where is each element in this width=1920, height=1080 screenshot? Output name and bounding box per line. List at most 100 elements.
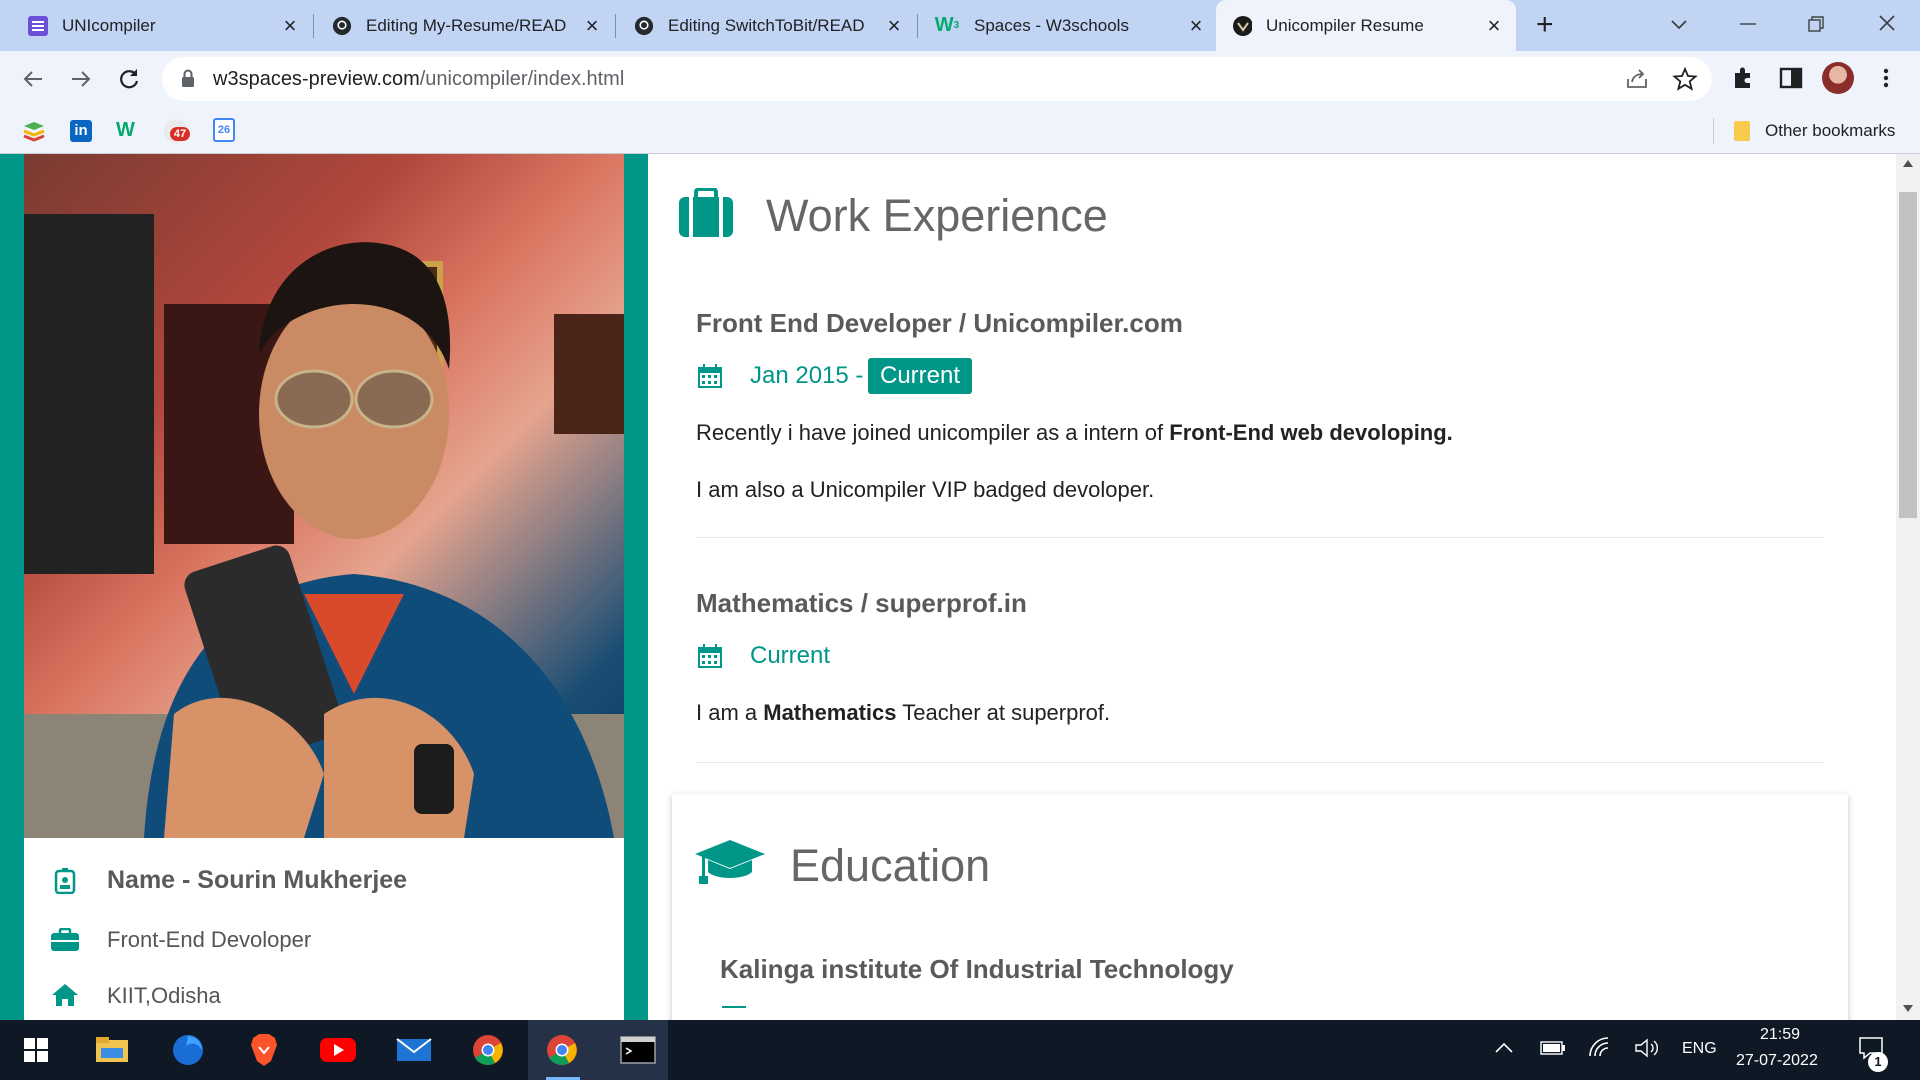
extensions-icon[interactable]: [1730, 65, 1756, 96]
job-description: I am a Mathematics Teacher at superprof.: [696, 700, 1110, 726]
tab-title: Editing My-Resume/READ: [366, 15, 567, 35]
tab-unicompiler-resume[interactable]: Unicompiler Resume ×: [1216, 0, 1516, 51]
side-panel-icon[interactable]: [1778, 65, 1804, 96]
notification-badge: 1: [1868, 1052, 1888, 1072]
profile-avatar[interactable]: [1822, 62, 1854, 94]
job-title: Mathematics / superprof.in: [696, 588, 1027, 618]
scrollbar[interactable]: [1896, 154, 1920, 1020]
clock-date[interactable]: 27-07-2022: [1736, 1052, 1818, 1070]
list-icon: [28, 15, 48, 36]
suitcase-icon: [678, 187, 734, 243]
terminal-icon[interactable]: [618, 1030, 658, 1070]
clock-time[interactable]: 21:59: [1760, 1026, 1800, 1044]
scroll-up-arrow[interactable]: [1903, 160, 1913, 167]
url-host: w3spaces-preview.com: [213, 68, 420, 90]
forward-icon[interactable]: [68, 66, 94, 92]
job-description: Recently i have joined unicompiler as a …: [696, 420, 1453, 446]
tab-title: Spaces - W3schools: [974, 15, 1129, 35]
scrollbar-thumb[interactable]: [1899, 192, 1917, 518]
tab-search-icon[interactable]: [1666, 12, 1692, 36]
calendar-icon[interactable]: 26: [213, 118, 235, 142]
page-viewport: Name - Sourin Mukherjee Front-End Devolo…: [0, 154, 1920, 1020]
current-badge: Current: [868, 358, 973, 394]
minimize-icon[interactable]: [1736, 12, 1760, 36]
restore-icon[interactable]: [1804, 12, 1828, 36]
tab-title: Editing SwitchToBit/READ: [668, 15, 865, 35]
close-window-icon[interactable]: [1874, 10, 1900, 36]
calendar-icon: [698, 644, 722, 673]
youtube-icon[interactable]: [318, 1030, 358, 1070]
job-date: Jan 2015 -: [750, 362, 864, 389]
divider: [696, 762, 1824, 763]
profile-card: Name - Sourin Mukherjee Front-End Devolo…: [24, 154, 624, 1020]
job-desc-text: I am a: [696, 700, 764, 725]
id-badge-icon: [54, 868, 76, 899]
taskbar: ENG 21:59 27-07-2022 1: [0, 1020, 1920, 1080]
close-icon[interactable]: ×: [580, 13, 604, 39]
briefcase-icon: [50, 927, 80, 957]
brave-icon[interactable]: [244, 1030, 284, 1070]
divider: [696, 537, 1824, 538]
site-icon: [1232, 15, 1252, 36]
close-icon[interactable]: ×: [882, 13, 906, 39]
gmail-count: 47: [170, 127, 190, 141]
wifi-icon[interactable]: [1588, 1036, 1612, 1063]
tab-editing-my-resume[interactable]: Editing My-Resume/READ ×: [314, 0, 614, 51]
school-name: Kalinga institute Of Industrial Technolo…: [720, 954, 1234, 984]
job-date: Current: [750, 642, 831, 669]
education-card: Education Kalinga institute Of Industria…: [672, 794, 1848, 1020]
gmail-icon[interactable]: 47: [164, 119, 190, 143]
tab-strip: UNIcompiler × Editing My-Resume/READ × E…: [0, 0, 1920, 51]
other-bookmarks[interactable]: Other bookmarks: [1765, 121, 1895, 141]
tab-unicompiler[interactable]: UNIcompiler ×: [0, 0, 312, 51]
calendar-icon: [698, 364, 722, 393]
windows-start-icon[interactable]: [16, 1030, 56, 1070]
language-indicator[interactable]: ENG: [1682, 1040, 1717, 1058]
job-description-2: I am also a Unicompiler VIP badged devol…: [696, 477, 1155, 502]
chevron-up-icon[interactable]: [1494, 1040, 1514, 1059]
mail-icon[interactable]: [394, 1030, 434, 1070]
tab-title: Unicompiler Resume: [1266, 15, 1424, 35]
github-icon: [332, 16, 352, 36]
linkedin-icon[interactable]: in: [70, 120, 92, 142]
job-desc-text: Recently i have joined unicompiler as a …: [696, 420, 1170, 445]
address-bar[interactable]: w3spaces-preview.com/unicompiler/index.h…: [162, 57, 1712, 101]
close-icon[interactable]: ×: [1184, 13, 1208, 39]
chrome-icon[interactable]: [468, 1030, 508, 1070]
calendar-icon: [722, 1006, 746, 1020]
github-icon: [634, 16, 654, 36]
job-title: Front End Developer / Unicompiler.com: [696, 308, 1183, 338]
close-icon[interactable]: ×: [278, 13, 302, 39]
scroll-down-arrow[interactable]: [1903, 1005, 1913, 1012]
folder-icon: [1734, 121, 1750, 141]
chrome-active-icon[interactable]: [542, 1030, 582, 1070]
bookmark-star-icon[interactable]: [1672, 66, 1698, 97]
job-desc-bold: Front-End web devoloping.: [1169, 420, 1453, 445]
profile-job: Front-End Devoloper: [107, 927, 312, 952]
new-tab-button[interactable]: +: [1536, 8, 1560, 42]
tab-editing-switchtobit[interactable]: Editing SwitchToBit/READ ×: [616, 0, 916, 51]
back-icon[interactable]: [20, 66, 46, 92]
graduation-cap-icon: [694, 838, 766, 891]
lock-icon: [180, 68, 196, 93]
file-explorer-icon[interactable]: [92, 1030, 132, 1070]
bookmarks-divider: [1713, 118, 1714, 144]
tab-title: UNIcompiler: [62, 15, 156, 35]
battery-icon[interactable]: [1540, 1040, 1566, 1061]
w3-icon[interactable]: W: [116, 119, 135, 142]
reload-icon[interactable]: [116, 66, 142, 92]
close-icon[interactable]: ×: [1482, 13, 1506, 39]
url-text: w3spaces-preview.com/unicompiler/index.h…: [213, 68, 624, 91]
education-heading: Education: [790, 840, 991, 891]
job-desc-text: Teacher at superprof.: [896, 700, 1111, 725]
tab-spaces-w3schools[interactable]: W3 Spaces - W3schools ×: [918, 0, 1218, 51]
firefox-icon[interactable]: [168, 1030, 208, 1070]
work-experience-card: Work Experience Front End Developer / Un…: [648, 154, 1872, 1020]
url-path: /unicompiler/index.html: [419, 68, 625, 90]
w3-icon: W3: [934, 14, 960, 36]
profile-name: Name - Sourin Mukherjee: [107, 866, 408, 894]
menu-kebab-icon[interactable]: [1876, 65, 1896, 96]
share-icon[interactable]: [1624, 67, 1650, 96]
volume-icon[interactable]: [1634, 1036, 1660, 1065]
stack-icon[interactable]: [22, 120, 46, 147]
